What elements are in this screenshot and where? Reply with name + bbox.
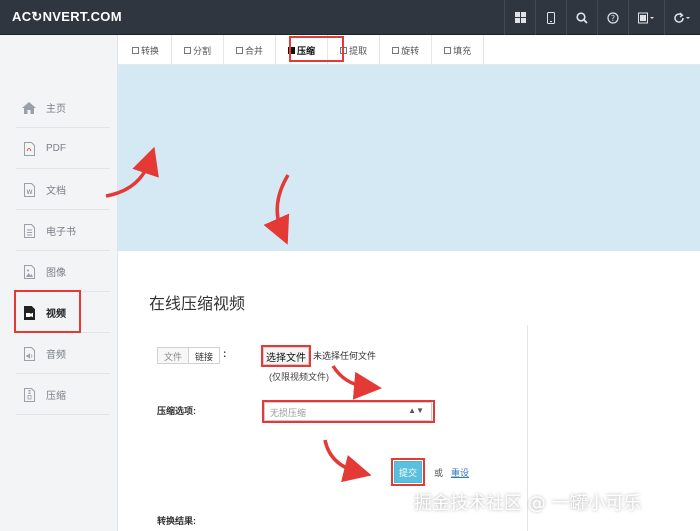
sidebar-item-label: 主页 (46, 104, 66, 115)
top-navbar: AC↻NVERT.COM ? (0, 0, 700, 35)
tool-tabs: 转换 分割 合并 压缩 提取 旋转 填充 (118, 35, 700, 65)
highlight-tab-compress (289, 36, 344, 62)
page-title: 在线压缩视频 (149, 294, 246, 313)
tab-convert[interactable]: 转换 (118, 35, 173, 65)
mobile-icon[interactable] (535, 0, 566, 35)
reset-link[interactable]: 重设 (451, 466, 469, 479)
tab-merge[interactable]: 合并 (224, 35, 277, 65)
checkbox-icon (132, 46, 139, 54)
tab-label: 合并 (245, 45, 264, 56)
compression-option-label: 压缩选项: (157, 406, 196, 416)
sidebar-item-label: 电子书 (46, 227, 76, 238)
ad-banner-area (118, 65, 700, 251)
navbar-actions: ? (504, 0, 700, 35)
checkbox-icon (184, 46, 192, 54)
checkbox-icon (236, 46, 244, 54)
sidebar-item-label: PDF (46, 143, 66, 154)
help-icon[interactable]: ? (597, 0, 628, 35)
site-logo[interactable]: AC↻NVERT.COM (12, 9, 122, 25)
home-icon (22, 101, 36, 115)
image-icon (22, 264, 36, 279)
watermark-text: 掘金技术社区 @ 一罐小可乐 (414, 493, 642, 514)
tab-label: 转换 (141, 45, 160, 56)
search-icon[interactable] (566, 0, 597, 35)
sidebar-item-label: 文档 (46, 186, 66, 197)
sidebar-item-document[interactable]: W 文档 (16, 170, 110, 210)
tab-label: 分割 (193, 45, 212, 56)
language-icon[interactable] (628, 0, 664, 35)
audio-icon (22, 346, 36, 361)
no-file-text: 未选择任何文件 (313, 351, 377, 361)
sidebar-item-label: 图像 (46, 268, 66, 279)
sidebar-item-label: 音频 (46, 350, 66, 361)
sidebar-item-archive[interactable]: 压缩 (16, 375, 110, 415)
refresh-icon[interactable] (664, 0, 700, 35)
result-label: 转换结果: (157, 516, 196, 526)
ebook-icon (22, 223, 36, 238)
sidebar-item-pdf[interactable]: PDF (16, 129, 110, 169)
sidebar: 主页 PDF W 文档 电子书 图像 视频 音频 压缩 (0, 35, 118, 531)
svg-text:W: W (26, 189, 32, 196)
source-toggle: 文件 链接 (157, 347, 221, 364)
source-colon: : (223, 349, 227, 360)
tab-label: 旋转 (401, 45, 420, 56)
tab-label: 填充 (453, 45, 472, 56)
highlight-option-select (262, 400, 435, 423)
link-source-tab[interactable]: 链接 (189, 348, 219, 363)
file-source-tab[interactable]: 文件 (158, 348, 190, 363)
highlight-choose-file (261, 345, 311, 367)
pdf-icon (22, 141, 36, 156)
highlight-submit (391, 458, 425, 486)
svg-text:?: ? (611, 14, 615, 23)
tab-fill[interactable]: 填充 (432, 35, 485, 65)
checkbox-icon (444, 46, 452, 54)
checkbox-icon (392, 46, 400, 54)
tab-split[interactable]: 分割 (172, 35, 225, 65)
sidebar-item-image[interactable]: 图像 (16, 252, 110, 292)
archive-icon (22, 387, 36, 402)
or-text: 或 (434, 468, 444, 478)
tab-label: 提取 (349, 45, 368, 56)
file-type-hint: (仅限视频文件) (269, 372, 329, 382)
sidebar-item-audio[interactable]: 音频 (16, 334, 110, 374)
tab-rotate[interactable]: 旋转 (380, 35, 433, 65)
sidebar-item-ebook[interactable]: 电子书 (16, 211, 110, 251)
word-icon: W (22, 182, 36, 197)
grid-icon[interactable] (504, 0, 535, 35)
highlight-sidebar-video (14, 290, 81, 333)
sidebar-item-home[interactable]: 主页 (16, 88, 110, 128)
sidebar-item-label: 压缩 (46, 391, 66, 402)
